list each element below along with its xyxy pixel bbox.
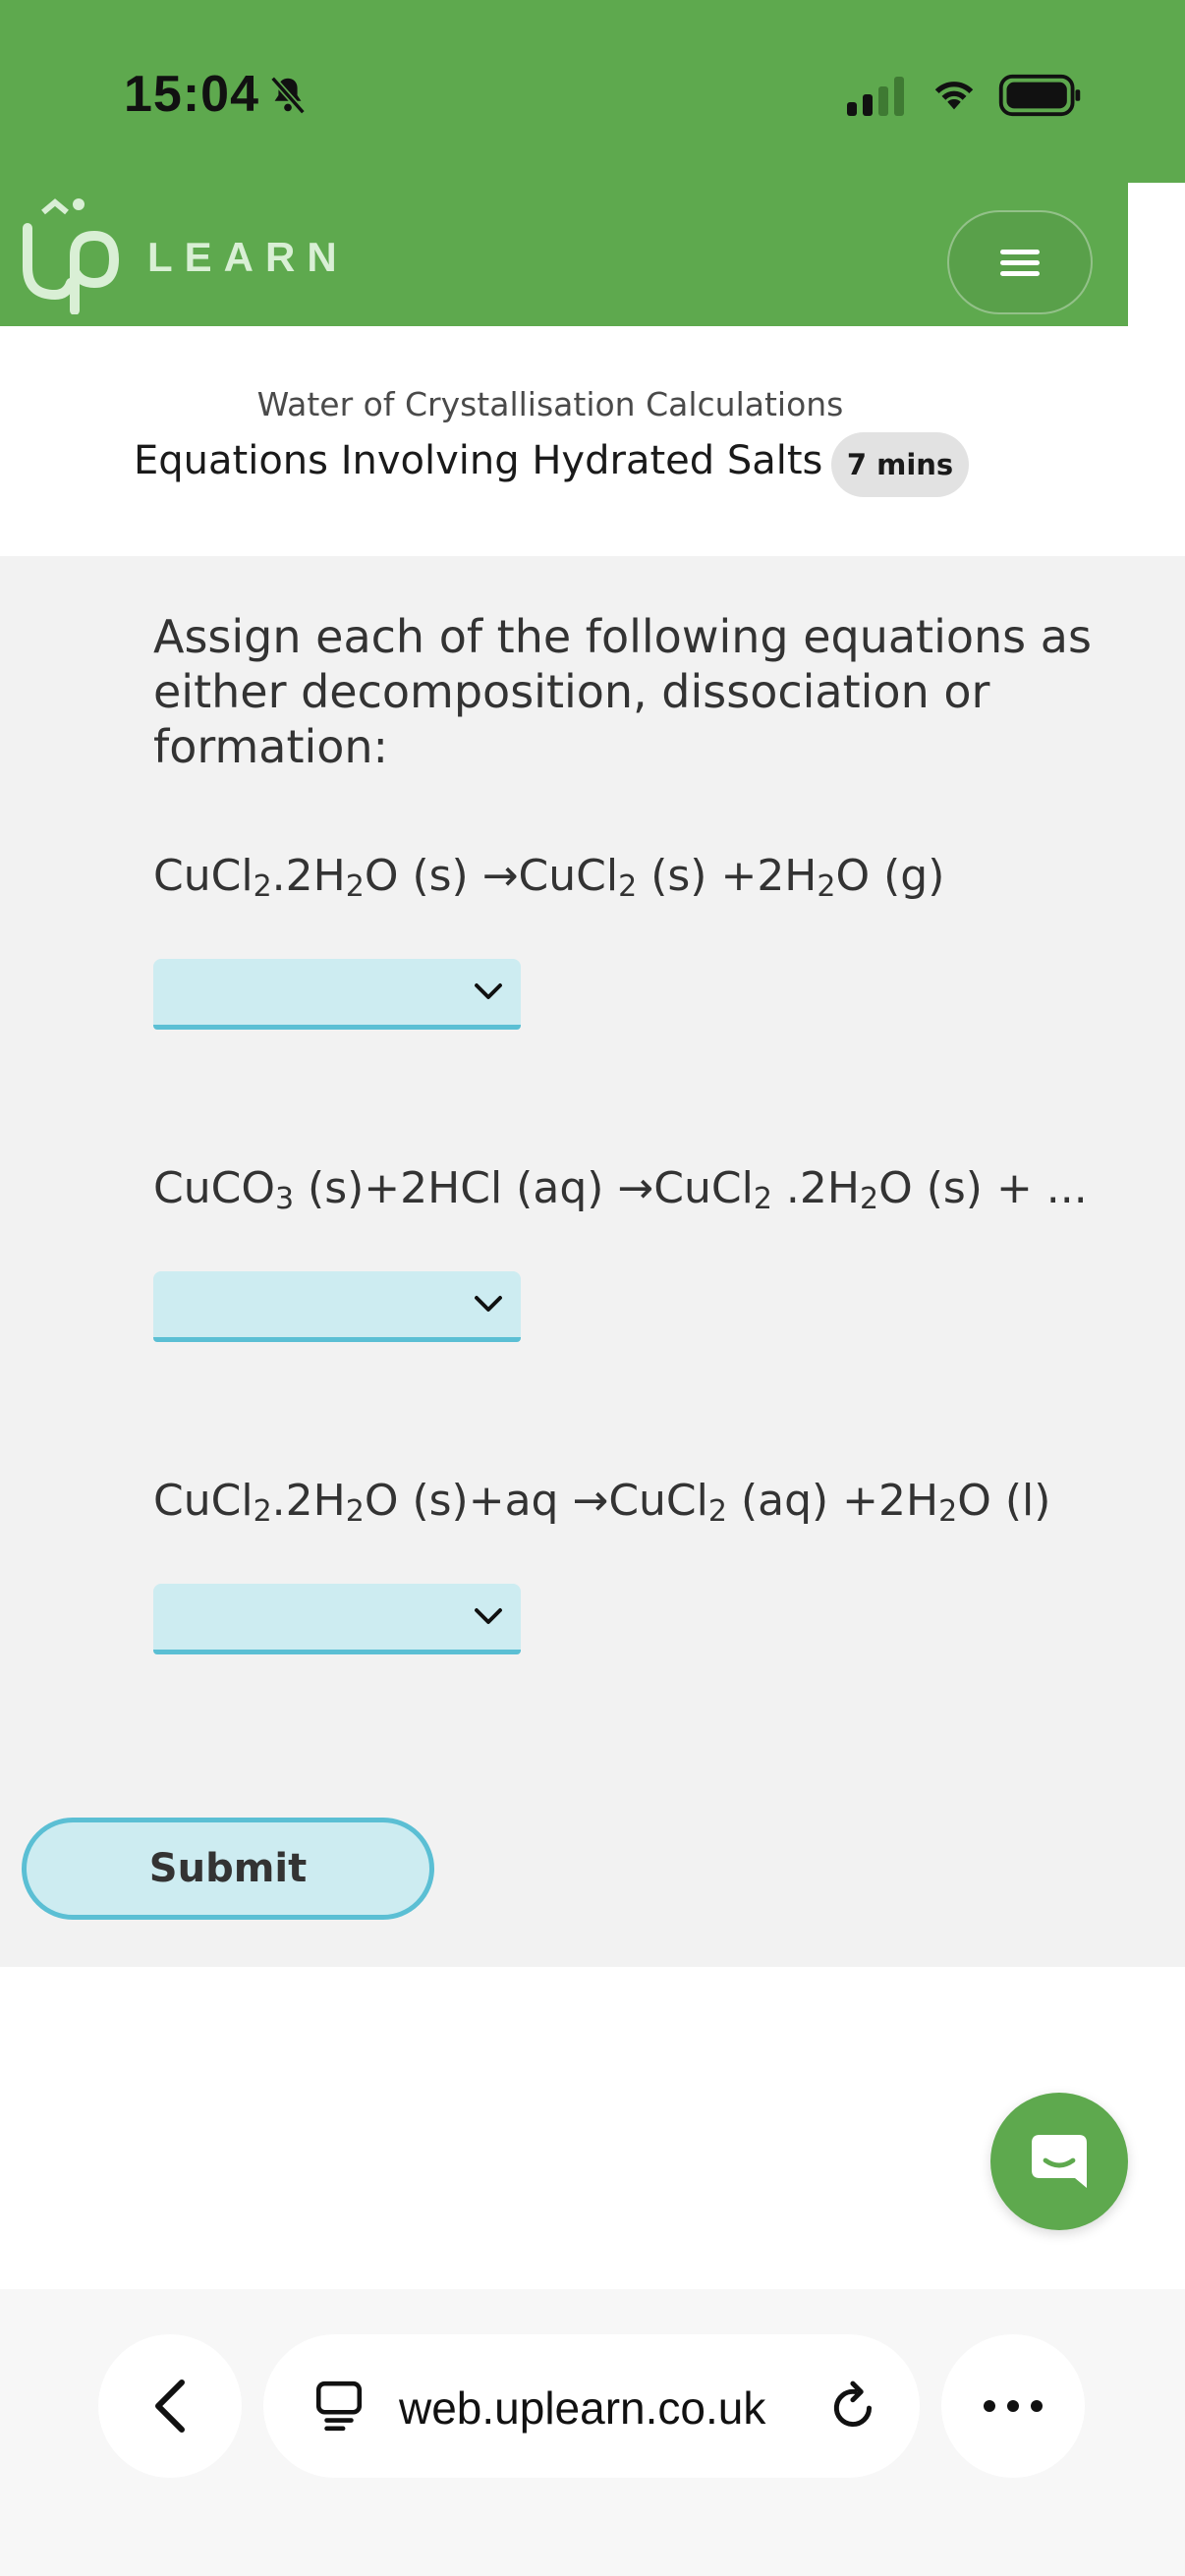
lesson-title: Equations Involving Hydrated Salts xyxy=(134,438,823,483)
lesson-subtitle: Water of Crystallisation Calculations xyxy=(256,385,844,423)
reader-mode-icon xyxy=(315,2380,363,2432)
question-instruction: Assign each of the following equations a… xyxy=(153,610,1092,773)
more-options-button[interactable] xyxy=(941,2334,1085,2478)
bell-slash-icon xyxy=(270,76,306,115)
status-time: 15:04 xyxy=(124,66,259,123)
equation-1: CuCl2.2H2O (s) →CuCl2 (s) +2H2O (g) xyxy=(153,851,945,904)
battery-icon xyxy=(998,74,1081,117)
chevron-left-icon xyxy=(155,2380,185,2433)
chat-button[interactable] xyxy=(990,2093,1128,2230)
answer-dropdown-2[interactable] xyxy=(153,1271,521,1342)
address-bar[interactable]: web.uplearn.co.uk xyxy=(263,2334,920,2478)
submit-button[interactable]: Submit xyxy=(22,1818,434,1920)
back-button[interactable] xyxy=(98,2334,242,2478)
chat-bubble-icon xyxy=(1032,2135,1087,2188)
header-edge xyxy=(1128,183,1185,326)
cellular-signal-icon xyxy=(847,77,904,116)
menu-button[interactable] xyxy=(947,210,1093,314)
answer-dropdown-1[interactable] xyxy=(153,959,521,1030)
hamburger-menu-icon xyxy=(1000,244,1040,282)
reload-icon[interactable] xyxy=(829,2380,880,2433)
answer-dropdown-3[interactable] xyxy=(153,1584,521,1654)
equation-2: CuCO3 (s)+2HCl (aq) →CuCl2 .2H2O (s) + .… xyxy=(153,1163,1088,1216)
equation-3: CuCl2.2H2O (s)+aq →CuCl2 (aq) +2H2O (l) xyxy=(153,1476,1051,1529)
chevron-down-icon xyxy=(475,1296,502,1312)
logo-text: LEARN xyxy=(147,234,349,280)
chevron-down-icon xyxy=(475,983,502,999)
more-dots-icon xyxy=(978,2397,1048,2416)
chevron-down-icon xyxy=(475,1608,502,1624)
url-text: web.uplearn.co.uk xyxy=(399,2382,766,2434)
uplearn-logo-icon[interactable] xyxy=(16,196,122,314)
duration-badge: 7 mins xyxy=(831,432,969,497)
wifi-icon xyxy=(934,82,974,110)
